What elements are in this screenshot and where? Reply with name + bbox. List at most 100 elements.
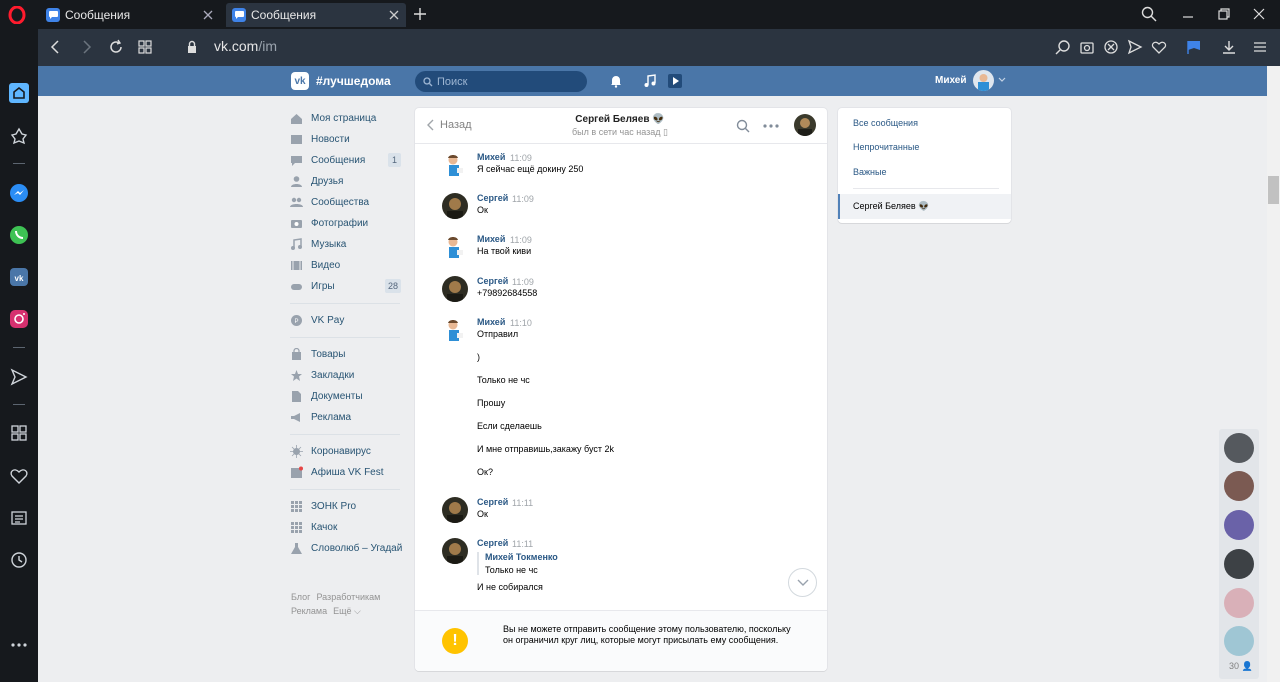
vk-logo-icon[interactable]: vk <box>291 72 309 90</box>
bell-icon[interactable] <box>609 74 623 88</box>
forwarded-author[interactable]: Михей Токменко <box>485 552 558 562</box>
message-author[interactable]: Сергей <box>477 497 508 507</box>
filter-all[interactable]: Все сообщения <box>853 118 918 128</box>
minimize-icon[interactable] <box>1180 6 1196 22</box>
peer-info[interactable]: Сергей Беляев 👽 был в сети час назад ▯ <box>525 114 715 138</box>
message-author[interactable]: Михей <box>477 234 505 244</box>
friends-online-count[interactable]: 30 👤 <box>1229 661 1253 672</box>
search-input[interactable]: Поиск <box>415 71 587 92</box>
back-button[interactable]: Назад <box>427 119 472 131</box>
vk-icon[interactable]: vk <box>9 267 29 287</box>
flag-icon[interactable] <box>1186 39 1202 55</box>
tiles-icon[interactable] <box>9 423 29 443</box>
filter-important[interactable]: Важные <box>853 167 886 177</box>
chevron-down-icon[interactable] <box>998 77 1006 83</box>
menu-item[interactable]: Коронавирус <box>290 441 405 462</box>
menu-item[interactable]: Друзья <box>290 171 405 192</box>
ad-block-icon[interactable] <box>1103 39 1119 55</box>
menu-item[interactable]: Видео <box>290 255 405 276</box>
friend-avatar[interactable] <box>1224 471 1254 501</box>
footer-link[interactable]: Ещё ⌵ <box>333 606 361 616</box>
menu-item[interactable]: P VK Pay <box>290 310 405 331</box>
close-icon[interactable] <box>388 9 400 21</box>
history-icon[interactable] <box>9 550 29 570</box>
friend-avatar[interactable] <box>1224 549 1254 579</box>
header-user-name[interactable]: Михей <box>935 75 967 86</box>
avatar[interactable] <box>442 276 468 302</box>
menu-item[interactable]: Игры 28 <box>290 276 405 297</box>
search-icon[interactable] <box>736 119 750 133</box>
url-field[interactable]: vk.com/im <box>214 38 277 54</box>
peer-avatar[interactable] <box>794 114 816 136</box>
message-time[interactable]: 11:09 <box>512 277 534 287</box>
easy-setup-icon[interactable] <box>1252 39 1268 55</box>
message-time[interactable]: 11:10 <box>510 318 532 328</box>
more-icon[interactable] <box>763 124 779 128</box>
browser-tab-2[interactable]: Сообщения <box>226 3 406 27</box>
send-page-icon[interactable] <box>1127 39 1143 55</box>
page-scrollbar[interactable] <box>1267 66 1280 682</box>
menu-item[interactable]: Музыка <box>290 234 405 255</box>
friend-avatar[interactable] <box>1224 626 1254 656</box>
snapshot-icon[interactable] <box>1079 39 1095 55</box>
footer-link[interactable]: Разработчикам <box>316 592 380 602</box>
menu-item[interactable]: Качок <box>290 517 405 538</box>
menu-item[interactable]: ЗОНК Pro <box>290 496 405 517</box>
menu-item[interactable]: Документы <box>290 386 405 407</box>
menu-item[interactable]: Словолюб – Угадай <box>290 538 405 559</box>
news-reader-icon[interactable] <box>9 508 29 528</box>
restore-icon[interactable] <box>1216 6 1232 22</box>
send-icon[interactable] <box>9 367 29 387</box>
bookmark-heart-icon[interactable] <box>1151 39 1167 55</box>
avatar[interactable] <box>442 193 468 219</box>
tabs-grid-icon[interactable] <box>137 39 153 55</box>
close-icon[interactable] <box>202 9 214 21</box>
menu-item[interactable]: Новости <box>290 129 405 150</box>
menu-item[interactable]: Сообщения 1 <box>290 150 405 171</box>
menu-item[interactable]: Афиша VK Fest <box>290 462 405 483</box>
lock-icon[interactable] <box>184 39 200 55</box>
friend-avatar[interactable] <box>1224 588 1254 618</box>
browser-tab-1[interactable]: Сообщения <box>40 3 220 27</box>
header-hashtag[interactable]: #лучшедома <box>316 74 391 88</box>
message-author[interactable]: Сергей <box>477 538 508 548</box>
close-window-icon[interactable] <box>1251 6 1267 22</box>
message-time[interactable]: 11:09 <box>512 194 534 204</box>
new-tab-icon[interactable] <box>413 7 427 21</box>
avatar[interactable] <box>442 234 468 260</box>
flow-icon[interactable] <box>9 126 29 146</box>
filter-selected-conversation[interactable]: Сергей Беляев 👽 <box>838 194 1011 219</box>
footer-link[interactable]: Блог <box>291 592 310 602</box>
avatar[interactable] <box>973 70 994 91</box>
menu-item[interactable]: Товары <box>290 344 405 365</box>
message-author[interactable]: Сергей <box>477 193 508 203</box>
friend-avatar[interactable] <box>1224 510 1254 540</box>
menu-item[interactable]: Фотографии <box>290 213 405 234</box>
more-icon[interactable] <box>9 635 29 655</box>
friend-avatar[interactable] <box>1224 433 1254 463</box>
avatar[interactable] <box>442 497 468 523</box>
scrollbar-thumb[interactable] <box>1268 176 1279 204</box>
filter-unread[interactable]: Непрочитанные <box>853 142 919 152</box>
message-time[interactable]: 11:11 <box>512 539 533 549</box>
search-tabs-icon[interactable] <box>1141 6 1157 22</box>
footer-link[interactable]: Реклама <box>291 606 327 616</box>
message-author[interactable]: Михей <box>477 317 505 327</box>
music-note-icon[interactable] <box>643 74 657 88</box>
message-time[interactable]: 11:11 <box>512 498 533 508</box>
avatar[interactable] <box>442 152 468 178</box>
forwarded-message[interactable]: Михей Токменко Только не чс <box>477 552 558 575</box>
download-icon[interactable] <box>1221 39 1237 55</box>
whatsapp-icon[interactable] <box>9 225 29 245</box>
opera-logo-icon[interactable] <box>8 6 26 24</box>
avatar[interactable] <box>442 538 468 564</box>
menu-item[interactable]: Моя страница <box>290 108 405 129</box>
scroll-down-button[interactable] <box>788 568 817 597</box>
forward-icon[interactable] <box>78 39 94 55</box>
speed-dial-home-icon[interactable] <box>9 83 29 103</box>
heart-icon[interactable] <box>9 466 29 486</box>
reload-icon[interactable] <box>108 39 124 55</box>
menu-item[interactable]: Сообщества <box>290 192 405 213</box>
message-author[interactable]: Сергей <box>477 276 508 286</box>
message-time[interactable]: 11:09 <box>510 235 532 245</box>
